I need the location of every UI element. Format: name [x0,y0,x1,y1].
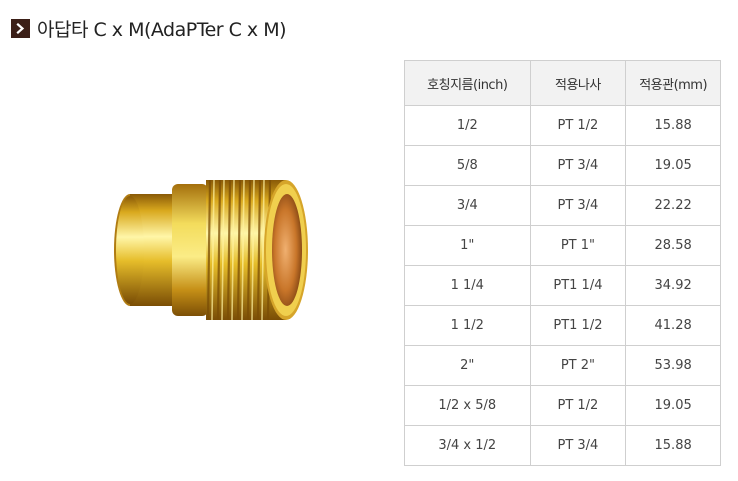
table-row: 1 1/2 PT1 1/2 41.28 [404,305,721,346]
spec-table: 호칭지름(inch) 적용나사 적용관(mm) 1/2 PT 1/2 15.88… [404,60,721,466]
cell-thread: PT 3/4 [529,185,627,226]
cell-thread: PT 2" [529,345,627,386]
product-image [100,170,310,330]
cell-pipe-size: 28.58 [625,225,721,266]
table-row: 3/4 x 1/2 PT 3/4 15.88 [404,425,721,466]
cell-pipe-size: 53.98 [625,345,721,386]
cell-nominal-size: 3/4 x 1/2 [404,425,531,466]
cell-thread: PT 1/2 [529,385,627,426]
cell-nominal-size: 1 1/2 [404,305,531,346]
cell-pipe-size: 19.05 [625,145,721,186]
cell-thread: PT 3/4 [529,425,627,466]
table-row: 1/2 x 5/8 PT 1/2 19.05 [404,385,721,426]
cell-nominal-size: 1 1/4 [404,265,531,306]
cell-nominal-size: 2" [404,345,531,386]
cell-pipe-size: 15.88 [625,425,721,466]
table-header-row: 호칭지름(inch) 적용나사 적용관(mm) [404,60,721,106]
cell-nominal-size: 3/4 [404,185,531,226]
cell-thread: PT 1" [529,225,627,266]
header-pipe-size: 적용관(mm) [625,60,721,106]
cell-pipe-size: 41.28 [625,305,721,346]
cell-thread: PT1 1/2 [529,305,627,346]
cell-pipe-size: 34.92 [625,265,721,306]
header-nominal-size: 호칭지름(inch) [404,60,531,106]
cell-pipe-size: 19.05 [625,385,721,426]
table-row: 1" PT 1" 28.58 [404,225,721,266]
cell-nominal-size: 1/2 x 5/8 [404,385,531,426]
table-row: 3/4 PT 3/4 22.22 [404,185,721,226]
page-title: 아답타 C x M(AdaPTer C x M) [37,18,287,41]
page-title-bar: 아답타 C x M(AdaPTer C x M) [11,16,287,41]
cell-pipe-size: 22.22 [625,185,721,226]
cell-nominal-size: 1/2 [404,105,531,146]
table-row: 5/8 PT 3/4 19.05 [404,145,721,186]
cell-thread: PT1 1/4 [529,265,627,306]
cell-nominal-size: 1" [404,225,531,266]
table-row: 2" PT 2" 53.98 [404,345,721,386]
header-thread: 적용나사 [529,60,627,106]
cell-thread: PT 3/4 [529,145,627,186]
table-row: 1 1/4 PT1 1/4 34.92 [404,265,721,306]
cell-nominal-size: 5/8 [404,145,531,186]
table-row: 1/2 PT 1/2 15.88 [404,105,721,146]
cell-thread: PT 1/2 [529,105,627,146]
chevron-right-icon [11,18,30,38]
cell-pipe-size: 15.88 [625,105,721,146]
